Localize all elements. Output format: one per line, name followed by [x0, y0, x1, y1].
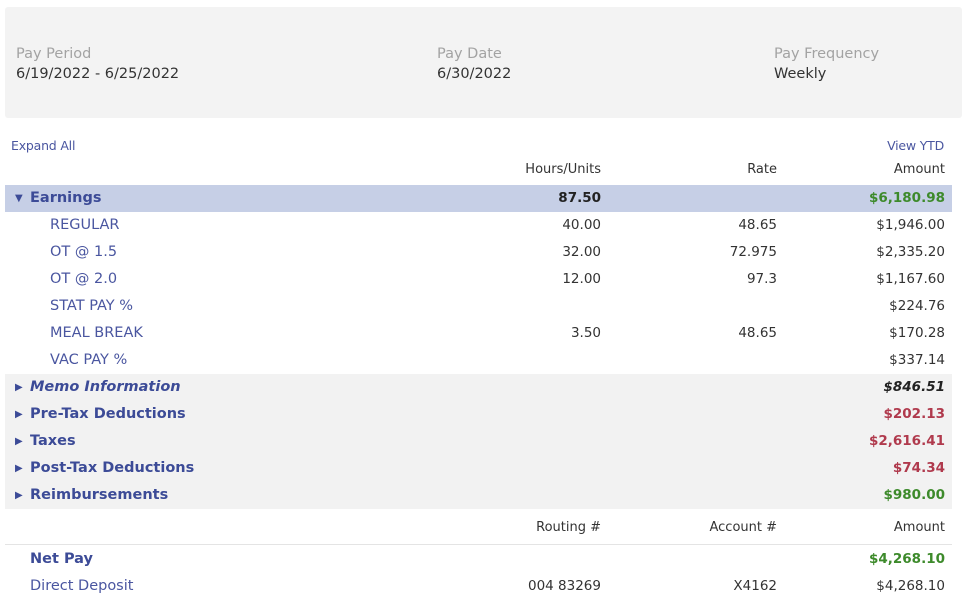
routing-number: 004 83269	[527, 578, 601, 594]
section-label: Pre-Tax Deductions	[30, 406, 186, 422]
earnings-item-label: OT @ 1.5	[50, 244, 118, 260]
earnings-item-ot-2-0: OT @ 2.0 12.00 97.3 $1,167.60	[5, 266, 952, 293]
triangle-down-icon[interactable]: ▼	[15, 185, 23, 212]
direct-deposit-label: Direct Deposit	[30, 578, 134, 594]
earnings-item-rate: 72.975	[729, 244, 777, 260]
triangle-right-icon[interactable]: ▶	[15, 374, 23, 401]
triangle-right-icon[interactable]: ▶	[15, 455, 23, 482]
earnings-item-meal-break: MEAL BREAK 3.50 48.65 $170.28	[5, 320, 952, 347]
column-header-net-amount: Amount	[893, 520, 945, 535]
view-ytd-link[interactable]: View YTD	[887, 138, 944, 153]
earnings-item-amount: $224.76	[889, 298, 945, 314]
section-amount: $74.34	[892, 460, 945, 476]
post-tax-deductions-section-row[interactable]: ▶ Post-Tax Deductions $74.34	[5, 455, 952, 482]
section-amount: $202.13	[883, 406, 946, 422]
pay-date-block: Pay Date 6/30/2022	[437, 45, 511, 83]
memo-information-section-row[interactable]: ▶ Memo Information $846.51	[5, 374, 952, 401]
earnings-item-amount: $1,167.60	[876, 271, 945, 287]
earnings-item-label: MEAL BREAK	[50, 325, 143, 341]
earnings-item-hours: 3.50	[570, 325, 601, 341]
expand-all-link[interactable]: Expand All	[11, 138, 75, 153]
pay-period-block: Pay Period 6/19/2022 - 6/25/2022	[16, 45, 179, 83]
pay-period-value: 6/19/2022 - 6/25/2022	[16, 66, 180, 82]
earnings-item-label: VAC PAY %	[50, 352, 128, 368]
earnings-item-amount: $1,946.00	[876, 217, 945, 233]
pay-date-value: 6/30/2022	[437, 66, 512, 82]
pay-date-label: Pay Date	[437, 46, 502, 62]
earnings-item-label: OT @ 2.0	[50, 271, 118, 287]
section-amount: $846.51	[883, 379, 946, 395]
earnings-item-amount: $170.28	[889, 325, 945, 341]
earnings-item-amount: $2,335.20	[876, 244, 945, 260]
triangle-right-icon[interactable]: ▶	[15, 401, 23, 428]
earnings-item-label: REGULAR	[50, 217, 120, 233]
net-pay-divider	[5, 544, 952, 545]
column-header-account: Account #	[709, 520, 777, 535]
column-header-amount: Amount	[893, 162, 945, 177]
earnings-item-amount: $337.14	[889, 352, 945, 368]
section-label: Memo Information	[30, 379, 181, 395]
reimbursements-section-row[interactable]: ▶ Reimbursements $980.00	[5, 482, 952, 509]
column-header-hours: Hours/Units	[525, 162, 601, 177]
column-header-rate: Rate	[747, 162, 777, 177]
direct-deposit-row: Direct Deposit 004 83269 X4162 $4,268.10	[5, 573, 952, 600]
earnings-item-ot-1-5: OT @ 1.5 32.00 72.975 $2,335.20	[5, 239, 952, 266]
earnings-item-rate: 97.3	[746, 271, 777, 287]
earnings-label: Earnings	[30, 190, 102, 206]
account-number: X4162	[733, 578, 777, 594]
pay-period-label: Pay Period	[16, 46, 92, 62]
net-pay-label: Net Pay	[30, 551, 93, 567]
section-amount: $2,616.41	[868, 433, 945, 449]
pre-tax-deductions-section-row[interactable]: ▶ Pre-Tax Deductions $202.13	[5, 401, 952, 428]
pay-frequency-block: Pay Frequency Weekly	[774, 45, 879, 83]
net-pay-amount: $4,268.10	[868, 551, 945, 567]
triangle-right-icon[interactable]: ▶	[15, 482, 23, 509]
net-pay-row: Net Pay $4,268.10	[5, 546, 952, 573]
earnings-item-hours: 12.00	[562, 271, 601, 287]
earnings-item-label: STAT PAY %	[50, 298, 134, 314]
pay-frequency-label: Pay Frequency	[774, 46, 880, 62]
section-amount: $980.00	[883, 487, 946, 503]
section-label: Taxes	[30, 433, 76, 449]
earnings-amount-total: $6,180.98	[868, 190, 945, 206]
earnings-item-vac-pay: VAC PAY % $337.14	[5, 347, 952, 374]
pay-summary-header: Pay Period 6/19/2022 - 6/25/2022 Pay Dat…	[5, 7, 962, 118]
earnings-hours-total: 87.50	[558, 190, 601, 206]
column-header-routing: Routing #	[536, 520, 601, 535]
section-label: Post-Tax Deductions	[30, 460, 195, 476]
direct-deposit-amount: $4,268.10	[876, 578, 945, 594]
earnings-item-hours: 40.00	[562, 217, 601, 233]
earnings-section-row[interactable]: ▼ Earnings 87.50 $6,180.98	[5, 185, 952, 212]
earnings-item-regular: REGULAR 40.00 48.65 $1,946.00	[5, 212, 952, 239]
taxes-section-row[interactable]: ▶ Taxes $2,616.41	[5, 428, 952, 455]
section-label: Reimbursements	[30, 487, 169, 503]
earnings-item-rate: 48.65	[738, 217, 777, 233]
earnings-item-hours: 32.00	[562, 244, 601, 260]
earnings-item-stat-pay: STAT PAY % $224.76	[5, 293, 952, 320]
pay-frequency-value: Weekly	[774, 66, 827, 82]
earnings-item-rate: 48.65	[738, 325, 777, 341]
triangle-right-icon[interactable]: ▶	[15, 428, 23, 455]
